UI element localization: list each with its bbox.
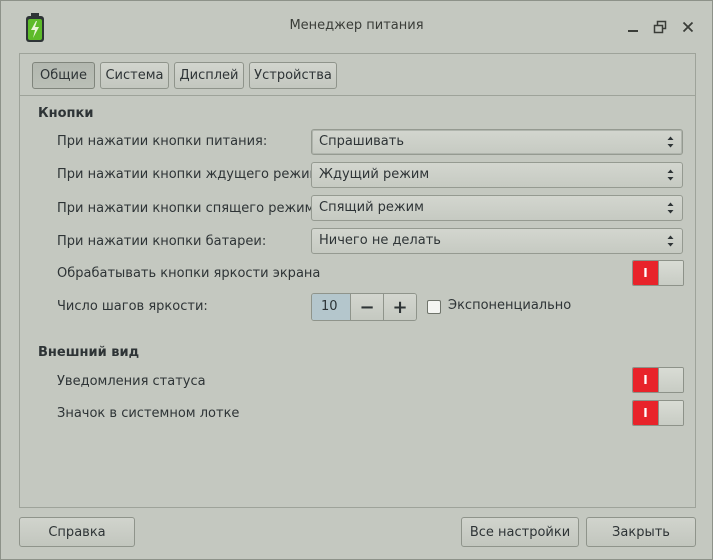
decrement-button[interactable]: −: [350, 294, 383, 320]
settings-notebook: Общие Система Дисплей Устройства Кнопки …: [19, 53, 696, 508]
combo-arrows-icon: [667, 169, 674, 181]
minimize-button[interactable]: [623, 17, 643, 37]
increment-button[interactable]: +: [383, 294, 416, 320]
close-window-button[interactable]: [678, 17, 698, 37]
tab-bar: Общие Система Дисплей Устройства: [20, 54, 695, 96]
status-notifications-label: Уведомления статуса: [57, 374, 206, 389]
switch-knob: [658, 368, 683, 392]
battery-button-combo[interactable]: Ничего не делать: [311, 228, 683, 254]
sleep-button-value: Ждущий режим: [319, 167, 430, 182]
switch-on-indicator: I: [633, 368, 658, 392]
all-settings-button[interactable]: Все настройки: [461, 517, 579, 547]
combo-arrows-icon: [667, 136, 674, 148]
hibernate-button-combo[interactable]: Спящий режим: [311, 195, 683, 221]
switch-knob: [658, 261, 683, 285]
section-title-buttons: Кнопки: [38, 106, 94, 121]
battery-button-value: Ничего не делать: [319, 233, 441, 248]
tray-icon-label: Значок в системном лотке: [57, 406, 240, 421]
section-title-appearance: Внешний вид: [38, 345, 140, 360]
brightness-steps-spinner: 10 − +: [311, 293, 417, 321]
tab-system[interactable]: Система: [100, 62, 169, 89]
brightness-steps-value[interactable]: 10: [312, 294, 350, 320]
close-icon: [682, 21, 694, 33]
exponential-label: Экспоненциально: [448, 298, 572, 313]
brightness-keys-label: Обрабатывать кнопки яркости экрана: [57, 266, 321, 281]
tray-icon-switch[interactable]: I: [632, 400, 684, 426]
battery-button-label: При нажатии кнопки батареи:: [57, 234, 267, 249]
combo-arrows-icon: [667, 235, 674, 247]
maximize-button[interactable]: [650, 17, 670, 37]
hibernate-button-label: При нажатии кнопки спящего режима:: [57, 201, 327, 216]
combo-arrows-icon: [667, 202, 674, 214]
switch-on-indicator: I: [633, 261, 658, 285]
power-manager-window: Менеджер питания Общие Система Дисплей У…: [0, 0, 713, 560]
sleep-button-label: При нажатии кнопки ждущего режима:: [57, 167, 332, 182]
switch-on-indicator: I: [633, 401, 658, 425]
brightness-steps-label: Число шагов яркости:: [57, 299, 208, 314]
power-button-value: Спрашивать: [319, 134, 405, 149]
close-button[interactable]: Закрыть: [586, 517, 696, 547]
switch-knob: [658, 401, 683, 425]
hibernate-button-value: Спящий режим: [319, 200, 424, 215]
window-title: Менеджер питания: [289, 18, 424, 33]
power-button-label: При нажатии кнопки питания:: [57, 134, 268, 149]
tab-general[interactable]: Общие: [32, 62, 95, 89]
restore-icon: [653, 20, 667, 34]
tab-display[interactable]: Дисплей: [174, 62, 244, 89]
titlebar: Менеджер питания: [1, 1, 712, 53]
help-button[interactable]: Справка: [19, 517, 135, 547]
minimize-icon: [628, 30, 638, 32]
brightness-keys-switch[interactable]: I: [632, 260, 684, 286]
tab-devices[interactable]: Устройства: [249, 62, 337, 89]
sleep-button-combo[interactable]: Ждущий режим: [311, 162, 683, 188]
power-button-combo[interactable]: Спрашивать: [311, 129, 683, 155]
exponential-checkbox[interactable]: [427, 300, 441, 314]
status-notifications-switch[interactable]: I: [632, 367, 684, 393]
